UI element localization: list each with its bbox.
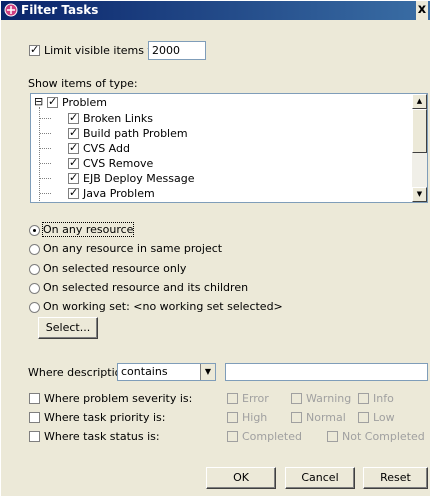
tree-branch: [40, 193, 51, 194]
tree-item-label: Broken Links: [83, 112, 154, 125]
scroll-thumb[interactable]: [412, 109, 427, 153]
types-tree[interactable]: ⊟ Problem Broken Links Build path Proble…: [30, 93, 428, 203]
normal-checkbox[interactable]: [291, 412, 302, 423]
type-checkbox[interactable]: [68, 186, 79, 199]
not-completed-label: Not Completed: [342, 430, 425, 443]
completed-label: Completed: [242, 430, 302, 443]
info-checkbox[interactable]: [358, 393, 369, 404]
warning-checkbox[interactable]: [291, 393, 302, 404]
title-bar: Filter Tasks x: [1, 1, 430, 20]
tree-item-label: Build path Problem: [83, 127, 188, 140]
status-label: Where task status is:: [44, 430, 160, 443]
combo-value: contains: [121, 365, 168, 378]
radio-any-resource[interactable]: [29, 225, 40, 236]
tree-line: [39, 107, 40, 202]
description-label: Where description: [28, 366, 129, 379]
window-title: Filter Tasks: [21, 3, 99, 17]
type-checkbox[interactable]: [68, 111, 79, 124]
error-checkbox[interactable]: [227, 393, 238, 404]
status-checkbox[interactable]: [29, 431, 40, 442]
tree-branch: [40, 148, 51, 149]
filter-tasks-dialog: Filter Tasks x Limit visible items to: 2…: [0, 0, 431, 497]
warning-label: Warning: [306, 392, 352, 405]
problem-checkbox[interactable]: [47, 95, 58, 108]
chevron-down-icon[interactable]: ▼: [200, 364, 215, 380]
severity-checkbox[interactable]: [29, 393, 40, 404]
completed-checkbox[interactable]: [227, 431, 238, 442]
cancel-button[interactable]: Cancel: [285, 467, 355, 489]
limit-checkbox[interactable]: [29, 43, 40, 56]
radio-label: On any resource: [41, 222, 135, 237]
high-checkbox[interactable]: [227, 412, 238, 423]
radio-label: On selected resource and its children: [43, 281, 249, 294]
tree-branch: [40, 178, 51, 179]
radio-label: On any resource in same project: [43, 242, 223, 255]
collapse-icon[interactable]: ⊟: [34, 96, 43, 107]
radio-label: On working set: <no working set selected…: [43, 300, 283, 313]
close-icon[interactable]: x: [416, 1, 428, 20]
ok-button[interactable]: OK: [206, 467, 276, 489]
tree-branch: [40, 118, 51, 119]
types-label: Show items of type:: [28, 77, 138, 90]
scroll-down-icon[interactable]: ▼: [412, 187, 427, 202]
tree-item-label: CVS Add: [83, 142, 130, 155]
filter-app-icon: [4, 3, 18, 17]
radio-working-set[interactable]: [29, 302, 40, 313]
type-checkbox[interactable]: [68, 171, 79, 184]
error-label: Error: [242, 392, 269, 405]
normal-label: Normal: [306, 411, 346, 424]
description-operator-combo[interactable]: contains ▼: [117, 363, 216, 381]
severity-label: Where problem severity is:: [44, 392, 193, 405]
description-text-field[interactable]: [225, 363, 428, 381]
type-checkbox[interactable]: [68, 156, 79, 169]
limit-label: Limit visible items to:: [44, 44, 163, 57]
tree-item-label: Java Problem: [83, 187, 155, 200]
tree-branch: [40, 163, 51, 164]
low-label: Low: [373, 411, 395, 424]
tree-branch: [40, 133, 51, 134]
limit-input[interactable]: 2000: [148, 41, 206, 60]
type-checkbox[interactable]: [68, 126, 79, 139]
scroll-up-icon[interactable]: ▲: [412, 94, 427, 109]
tree-item-label: CVS Remove: [83, 157, 154, 170]
not-completed-checkbox[interactable]: [327, 431, 338, 442]
low-checkbox[interactable]: [358, 412, 369, 423]
tree-item-label: EJB Deploy Message: [83, 172, 195, 185]
reset-button[interactable]: Reset: [363, 467, 428, 489]
radio-same-project[interactable]: [29, 244, 40, 255]
priority-checkbox[interactable]: [29, 412, 40, 423]
radio-resource-children[interactable]: [29, 283, 40, 294]
high-label: High: [242, 411, 268, 424]
info-label: Info: [373, 392, 394, 405]
type-checkbox[interactable]: [68, 141, 79, 154]
radio-selected-resource[interactable]: [29, 264, 40, 275]
priority-label: Where task priority is:: [44, 411, 166, 424]
tree-scrollbar[interactable]: ▲ ▼: [412, 94, 427, 202]
tree-root-label: Problem: [62, 96, 107, 109]
select-button[interactable]: Select...: [38, 317, 98, 339]
radio-label: On selected resource only: [43, 262, 187, 275]
